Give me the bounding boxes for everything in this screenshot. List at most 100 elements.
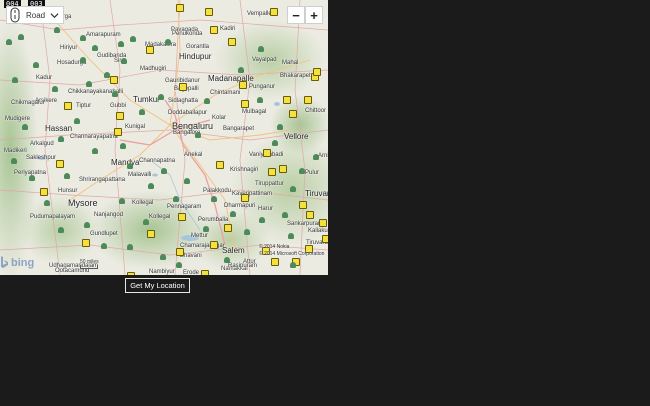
city-label: Dharmapuri (224, 203, 256, 209)
park-icon (160, 254, 166, 260)
city-label: Mahal (282, 60, 299, 66)
city-label: Sidlaghatta (168, 98, 199, 104)
city-label: Salem (222, 246, 245, 255)
highway-shield-icon (216, 161, 224, 169)
map-copyright: © 2014 Nokia © 2014 Microsoft Corporatio… (259, 244, 324, 258)
highway-shield-icon (224, 224, 232, 232)
city-label: Penukonda (172, 31, 203, 37)
park-icon (211, 196, 217, 202)
city-label: Kadiri (220, 26, 236, 32)
city-label: Erode (183, 270, 200, 275)
park-icon (6, 39, 12, 45)
park-icon (313, 154, 319, 160)
highway-shield-icon (82, 239, 90, 247)
highway-shield-icon (263, 149, 271, 157)
park-icon (127, 244, 133, 250)
city-label: Nambiyur (149, 269, 175, 275)
city-label: Arkalgud (30, 141, 54, 147)
highway-shield-icon (116, 112, 124, 120)
park-icon (230, 211, 236, 217)
park-icon (44, 200, 50, 206)
highway-shield-icon (205, 8, 213, 16)
park-icon (11, 158, 17, 164)
scale-label: 50 miles (80, 259, 99, 265)
city-label: Tumkur (133, 95, 160, 104)
highway-shield-icon (176, 248, 184, 256)
park-icon (257, 97, 263, 103)
city-label: Mulbagal (242, 109, 267, 115)
park-icon (238, 67, 244, 73)
park-icon (173, 196, 179, 202)
get-my-location-button[interactable]: Get My Location (125, 278, 190, 293)
park-icon (121, 58, 127, 64)
city-label: Chikmagalur (11, 100, 45, 106)
bing-b-icon (1, 256, 8, 268)
city-label: Pennagaram (167, 204, 202, 210)
park-icon (299, 168, 305, 174)
highway-shield-icon (270, 8, 278, 16)
city-label: Chittoor (305, 108, 327, 114)
highway-shield-icon (146, 46, 154, 54)
city-label: Arni (318, 153, 328, 159)
park-icon (203, 226, 209, 232)
highway-shield-icon (56, 160, 64, 168)
city-label: Malavalli (128, 172, 152, 178)
highway-shield-icon (228, 38, 236, 46)
city-label: Vempalle (247, 11, 272, 17)
copyright-nokia: © 2014 Nokia (259, 244, 290, 250)
park-icon (272, 140, 278, 146)
zoom-in-button[interactable]: + (305, 6, 323, 24)
city-label: Harur (258, 206, 274, 212)
highway-shield-icon (178, 213, 186, 221)
map-style-label: Road (26, 10, 46, 20)
park-icon (101, 243, 107, 249)
map-view[interactable]: ChitradurgaPavagadaPenukondaKadiriVempal… (0, 0, 328, 275)
park-icon (277, 124, 283, 130)
park-icon (80, 57, 86, 63)
highway-shield-icon (239, 81, 247, 89)
city-label: Vayalpad (252, 57, 277, 63)
highway-shield-icon (201, 270, 209, 275)
city-label: Sakleshpur (26, 155, 57, 161)
map-style-dropdown[interactable]: Road (6, 6, 64, 24)
highway-shield-icon (176, 4, 184, 12)
highway-shield-icon (64, 102, 72, 110)
city-label: Hunsur (58, 188, 78, 194)
city-label: Vellore (284, 132, 309, 141)
highway-shield-icon (279, 165, 287, 173)
bing-logo[interactable]: bing (0, 256, 34, 269)
city-label: Kolar (212, 115, 227, 121)
bing-wordmark: bing (11, 256, 35, 269)
zoom-out-button[interactable]: − (287, 6, 305, 24)
city-label: Mudigere (5, 116, 31, 122)
park-icon (112, 91, 118, 97)
park-icon (118, 41, 124, 47)
city-label: Anekal (184, 152, 203, 158)
park-icon (18, 34, 24, 40)
park-icon (143, 219, 149, 225)
city-label: Channarayapatna (70, 134, 118, 140)
park-icon (158, 94, 164, 100)
city-label: Doddaballapur (168, 110, 208, 116)
map-scale: 50 miles (80, 259, 99, 269)
city-label: Madikeri (4, 148, 27, 154)
city-label: Madhugiri (140, 66, 167, 72)
park-icon (80, 35, 86, 41)
park-icon (86, 81, 92, 87)
park-icon (74, 118, 80, 124)
park-icon (64, 173, 70, 179)
park-icon (148, 183, 154, 189)
park-icon (139, 109, 145, 115)
park-icon (290, 262, 296, 268)
highway-shield-icon (127, 272, 135, 275)
city-label: Hiriyur (60, 45, 78, 51)
highway-shield-icon (110, 76, 118, 84)
park-icon (29, 175, 35, 181)
city-label: Gubbi (110, 103, 127, 109)
highway-shield-icon (322, 235, 328, 243)
city-label: Gundlupet (90, 231, 118, 237)
city-label: Pulur (305, 170, 320, 176)
city-label: Chintamani (210, 90, 241, 96)
park-icon (119, 198, 125, 204)
park-icon (84, 222, 90, 228)
